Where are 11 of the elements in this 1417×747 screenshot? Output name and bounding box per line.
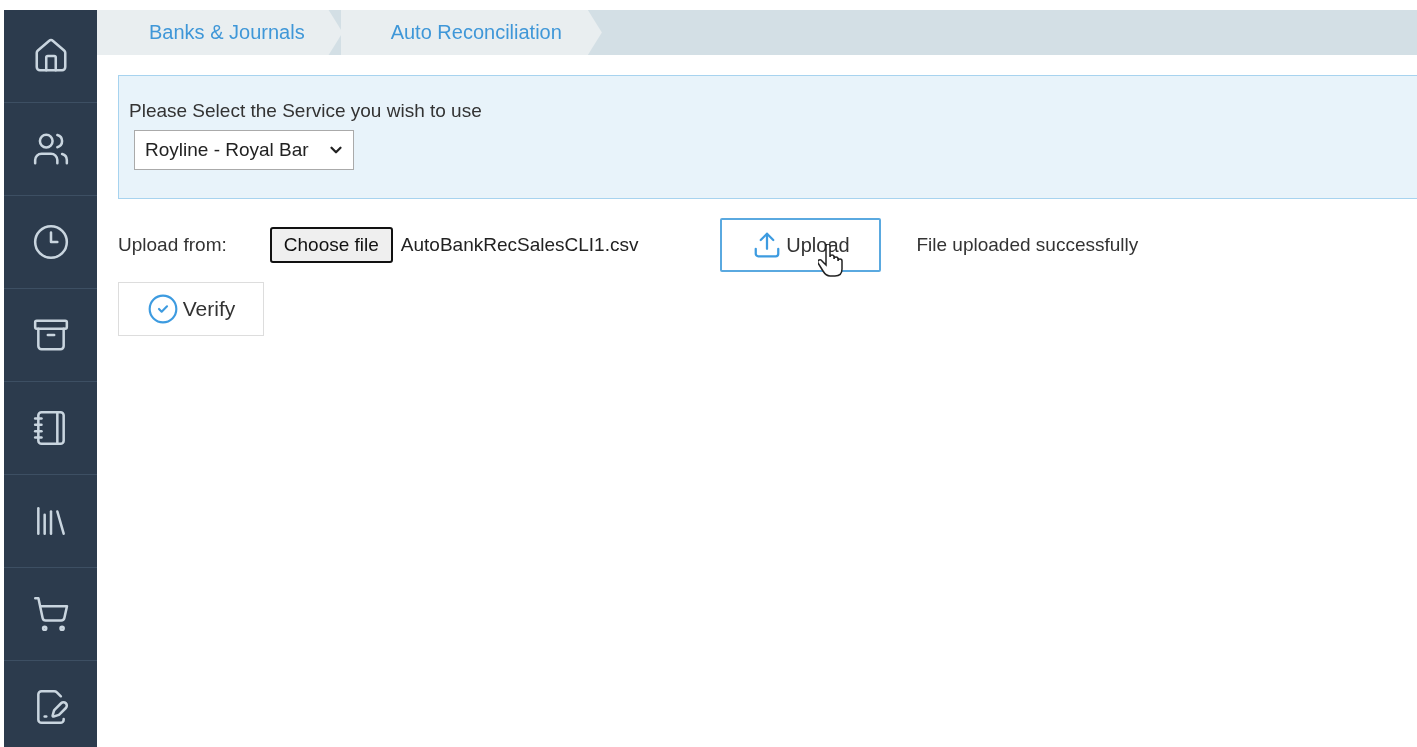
verify-button[interactable]: Verify	[118, 282, 264, 336]
clock-icon[interactable]	[31, 223, 70, 261]
choose-file-button[interactable]: Choose file	[269, 227, 393, 263]
check-circle-icon	[146, 293, 179, 325]
service-label: Please Select the Service you wish to use	[129, 100, 482, 122]
service-select[interactable]: Royline - Royal Bar	[134, 130, 354, 170]
upload-label: Upload from:	[118, 234, 227, 256]
file-name: AutoBankRecSalesCLI1.csv	[400, 234, 639, 256]
upload-status: File uploaded successfully	[916, 234, 1139, 256]
shopping-cart-icon[interactable]	[31, 595, 70, 633]
archive-icon[interactable]	[31, 316, 70, 354]
